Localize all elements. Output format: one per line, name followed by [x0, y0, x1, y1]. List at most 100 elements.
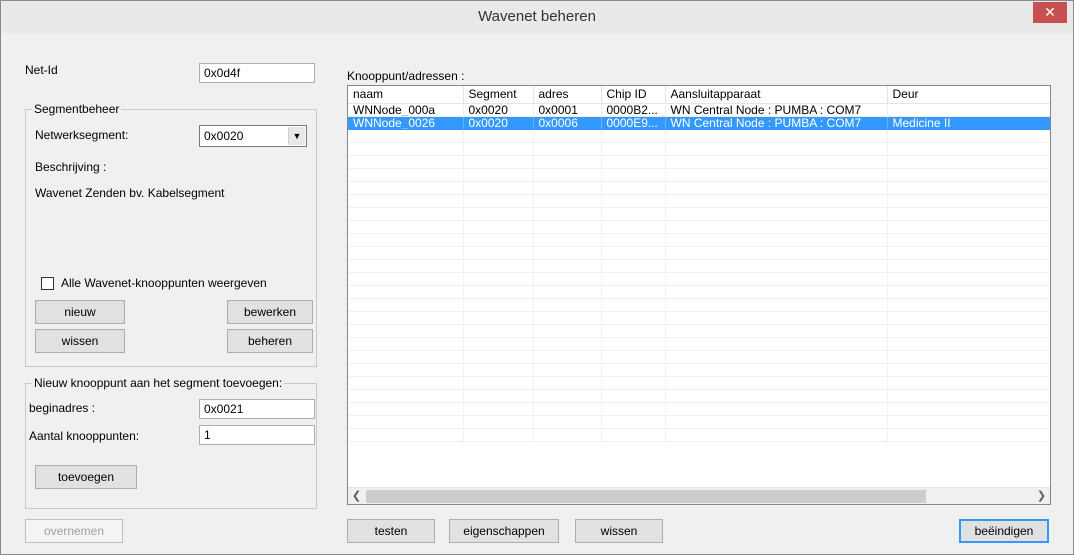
properties-button[interactable]: eigenschappen	[449, 519, 559, 543]
empty-cell	[887, 129, 1050, 143]
empty-cell	[348, 402, 464, 416]
empty-cell	[665, 233, 888, 247]
empty-cell	[601, 181, 666, 195]
empty-cell	[348, 311, 464, 325]
chevron-down-icon[interactable]: ▼	[288, 127, 305, 145]
empty-cell	[601, 129, 666, 143]
nodes-list[interactable]: naam Segment adres Chip ID Aansluitappar…	[347, 85, 1051, 505]
close-button[interactable]: ✕	[1033, 2, 1067, 23]
column-header-device[interactable]: Aansluitapparaat	[665, 86, 888, 104]
empty-cell	[463, 376, 534, 390]
empty-cell	[348, 259, 464, 273]
empty-cell	[348, 376, 464, 390]
table-cell: 0x0020	[463, 103, 534, 117]
empty-cell	[601, 311, 666, 325]
column-header-door[interactable]: Deur	[887, 86, 1050, 104]
net-id-field[interactable]: 0x0d4f	[199, 63, 315, 83]
new-segment-button[interactable]: nieuw	[35, 300, 125, 324]
table-cell: WNNode_0026	[348, 116, 464, 130]
empty-cell	[463, 129, 534, 143]
empty-cell	[348, 298, 464, 312]
empty-cell	[348, 181, 464, 195]
empty-cell	[601, 233, 666, 247]
empty-row	[348, 246, 1050, 260]
empty-cell	[463, 428, 534, 442]
empty-row	[348, 402, 1050, 416]
empty-cell	[887, 168, 1050, 182]
empty-cell	[665, 207, 888, 221]
show-all-nodes-label[interactable]: Alle Wavenet-knooppunten weergeven	[61, 276, 267, 290]
empty-cell	[533, 415, 602, 429]
empty-cell	[601, 285, 666, 299]
empty-cell	[665, 168, 888, 182]
scrollbar-thumb[interactable]	[366, 490, 926, 503]
empty-cell	[533, 337, 602, 351]
empty-cell	[665, 376, 888, 390]
table-row[interactable]: WNNode_0026 0x0020 0x0006 0000E9... WN Centr…	[348, 116, 1050, 130]
empty-row	[348, 129, 1050, 143]
description-label: Beschrijving :	[35, 160, 107, 174]
empty-cell	[601, 220, 666, 234]
nodes-table: naam Segment adres Chip ID Aansluitappar…	[348, 86, 1050, 442]
empty-cell	[887, 207, 1050, 221]
empty-cell	[533, 142, 602, 156]
empty-cell	[601, 246, 666, 260]
column-header-segment[interactable]: Segment	[463, 86, 534, 104]
column-header-chip-id[interactable]: Chip ID	[601, 86, 666, 104]
empty-cell	[665, 428, 888, 442]
empty-cell	[348, 194, 464, 208]
empty-row	[348, 155, 1050, 169]
empty-cell	[348, 155, 464, 169]
empty-cell	[887, 428, 1050, 442]
network-segment-value: 0x0020	[204, 129, 244, 143]
empty-cell	[533, 350, 602, 364]
empty-cell	[665, 155, 888, 169]
empty-cell	[887, 155, 1050, 169]
empty-cell	[887, 298, 1050, 312]
horizontal-scrollbar[interactable]: ❮ ❯	[348, 487, 1050, 504]
table-cell	[887, 103, 1050, 117]
add-node-button[interactable]: toevoegen	[35, 465, 137, 489]
empty-cell	[463, 259, 534, 273]
show-all-nodes-checkbox[interactable]	[41, 277, 54, 290]
chevron-right-icon[interactable]: ❯	[1033, 488, 1050, 504]
empty-cell	[665, 220, 888, 234]
empty-cell	[601, 389, 666, 403]
empty-cell	[665, 363, 888, 377]
table-cell: WN Central Node : PUMBA : COM7	[665, 116, 888, 130]
finish-button[interactable]: beëindigen	[959, 519, 1049, 543]
empty-cell	[887, 285, 1050, 299]
empty-cell	[601, 363, 666, 377]
empty-cell	[348, 207, 464, 221]
delete-node-button[interactable]: wissen	[575, 519, 663, 543]
network-segment-select[interactable]: 0x0020 ▼	[199, 125, 307, 147]
table-cell: 0000E9...	[601, 116, 666, 130]
empty-cell	[463, 337, 534, 351]
empty-cell	[348, 168, 464, 182]
table-row[interactable]: WNNode_000a 0x0020 0x0001 0000B2... WN Centr…	[348, 103, 1050, 117]
column-header-address[interactable]: adres	[533, 86, 602, 104]
empty-cell	[601, 415, 666, 429]
empty-row	[348, 350, 1050, 364]
empty-cell	[348, 246, 464, 260]
delete-segment-button[interactable]: wissen	[35, 329, 125, 353]
empty-cell	[665, 350, 888, 364]
empty-row	[348, 285, 1050, 299]
empty-cell	[463, 207, 534, 221]
node-count-field[interactable]: 1	[199, 425, 315, 445]
node-count-label: Aantal knooppunten:	[29, 429, 140, 443]
test-button[interactable]: testen	[347, 519, 435, 543]
empty-cell	[348, 220, 464, 234]
empty-cell	[887, 194, 1050, 208]
empty-cell	[463, 181, 534, 195]
empty-cell	[533, 220, 602, 234]
chevron-left-icon[interactable]: ❮	[348, 488, 365, 504]
start-address-field[interactable]: 0x0021	[199, 399, 315, 419]
column-header-name[interactable]: naam	[348, 86, 464, 104]
empty-cell	[601, 272, 666, 286]
empty-cell	[665, 285, 888, 299]
manage-segment-button[interactable]: beheren	[227, 329, 313, 353]
edit-segment-button[interactable]: bewerken	[227, 300, 313, 324]
empty-cell	[348, 350, 464, 364]
apply-button[interactable]: overnemen	[25, 519, 123, 543]
